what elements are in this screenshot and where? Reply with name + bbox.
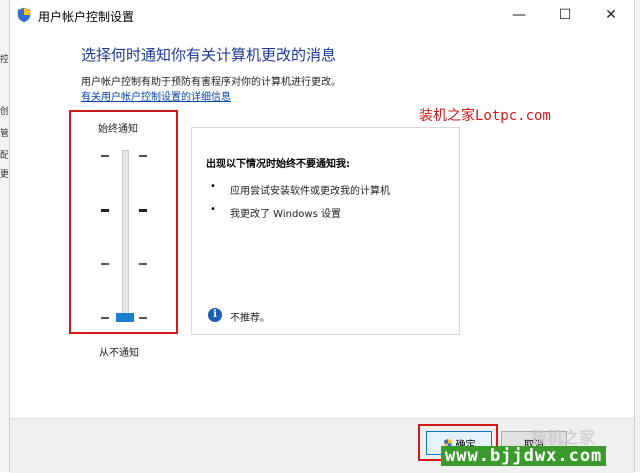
minimize-button[interactable]: — — [496, 0, 542, 30]
title-bar[interactable]: 用户帐户控制设置 — ☐ ✕ — [10, 0, 634, 30]
uac-settings-window: 用户帐户控制设置 — ☐ ✕ 选择何时通知你有关计算机更改的消息 用户帐户控制有… — [9, 0, 635, 473]
slider-bottom-label: 从不通知 — [99, 348, 139, 359]
maximize-button[interactable]: ☐ — [542, 0, 588, 30]
description-panel: 出现以下情况时始终不要通知我: • 应用尝试安装软件或更改我的计算机 • 我更改… — [191, 127, 460, 335]
watermark-top: 装机之家Lotpc.com — [419, 108, 551, 124]
bullet-item: 我更改了 Windows 设置 — [230, 209, 341, 220]
slider-tick — [101, 263, 109, 265]
slider-tick — [139, 317, 147, 319]
help-link[interactable]: 有关用户帐户控制设置的详细信息 — [81, 88, 231, 103]
bullet-icon: • — [210, 204, 216, 215]
bullet-icon: • — [210, 181, 216, 192]
background-char: 控 — [0, 55, 8, 65]
background-window-edge: 控 创 管 配 更 — [0, 0, 9, 472]
slider-tick — [101, 317, 109, 319]
background-char: 配 — [0, 151, 8, 161]
watermark-green: www.bjjdwx.com — [441, 446, 607, 466]
info-text: 不推荐。 — [230, 313, 270, 324]
page-heading: 选择何时通知你有关计算机更改的消息 — [81, 46, 337, 64]
close-button[interactable]: ✕ — [588, 0, 634, 30]
close-icon: ✕ — [605, 7, 617, 23]
minimize-icon: — — [512, 7, 526, 23]
background-char: 管 — [0, 129, 8, 139]
watermark-gray: 技机之家 — [531, 428, 596, 447]
background-char: 创 — [0, 107, 8, 117]
uac-shield-icon — [17, 7, 31, 23]
slider-tick — [139, 209, 147, 212]
slider-tick — [101, 155, 109, 157]
background-char: 更 — [0, 170, 8, 180]
slider-tick — [139, 263, 147, 265]
info-icon: i — [208, 308, 222, 322]
bullet-item: 应用尝试安装软件或更改我的计算机 — [230, 186, 390, 197]
slider-tick — [101, 209, 109, 212]
slider-top-label: 始终通知 — [98, 124, 138, 135]
page-description: 用户帐户控制有助于预防有害程序对你的计算机进行更改。 — [81, 77, 341, 88]
window-title: 用户帐户控制设置 — [38, 10, 135, 24]
slider-track[interactable] — [122, 150, 129, 322]
maximize-icon: ☐ — [558, 7, 572, 23]
slider-tick — [139, 155, 147, 157]
panel-title: 出现以下情况时始终不要通知我: — [206, 159, 350, 170]
slider-thumb[interactable] — [116, 313, 134, 322]
